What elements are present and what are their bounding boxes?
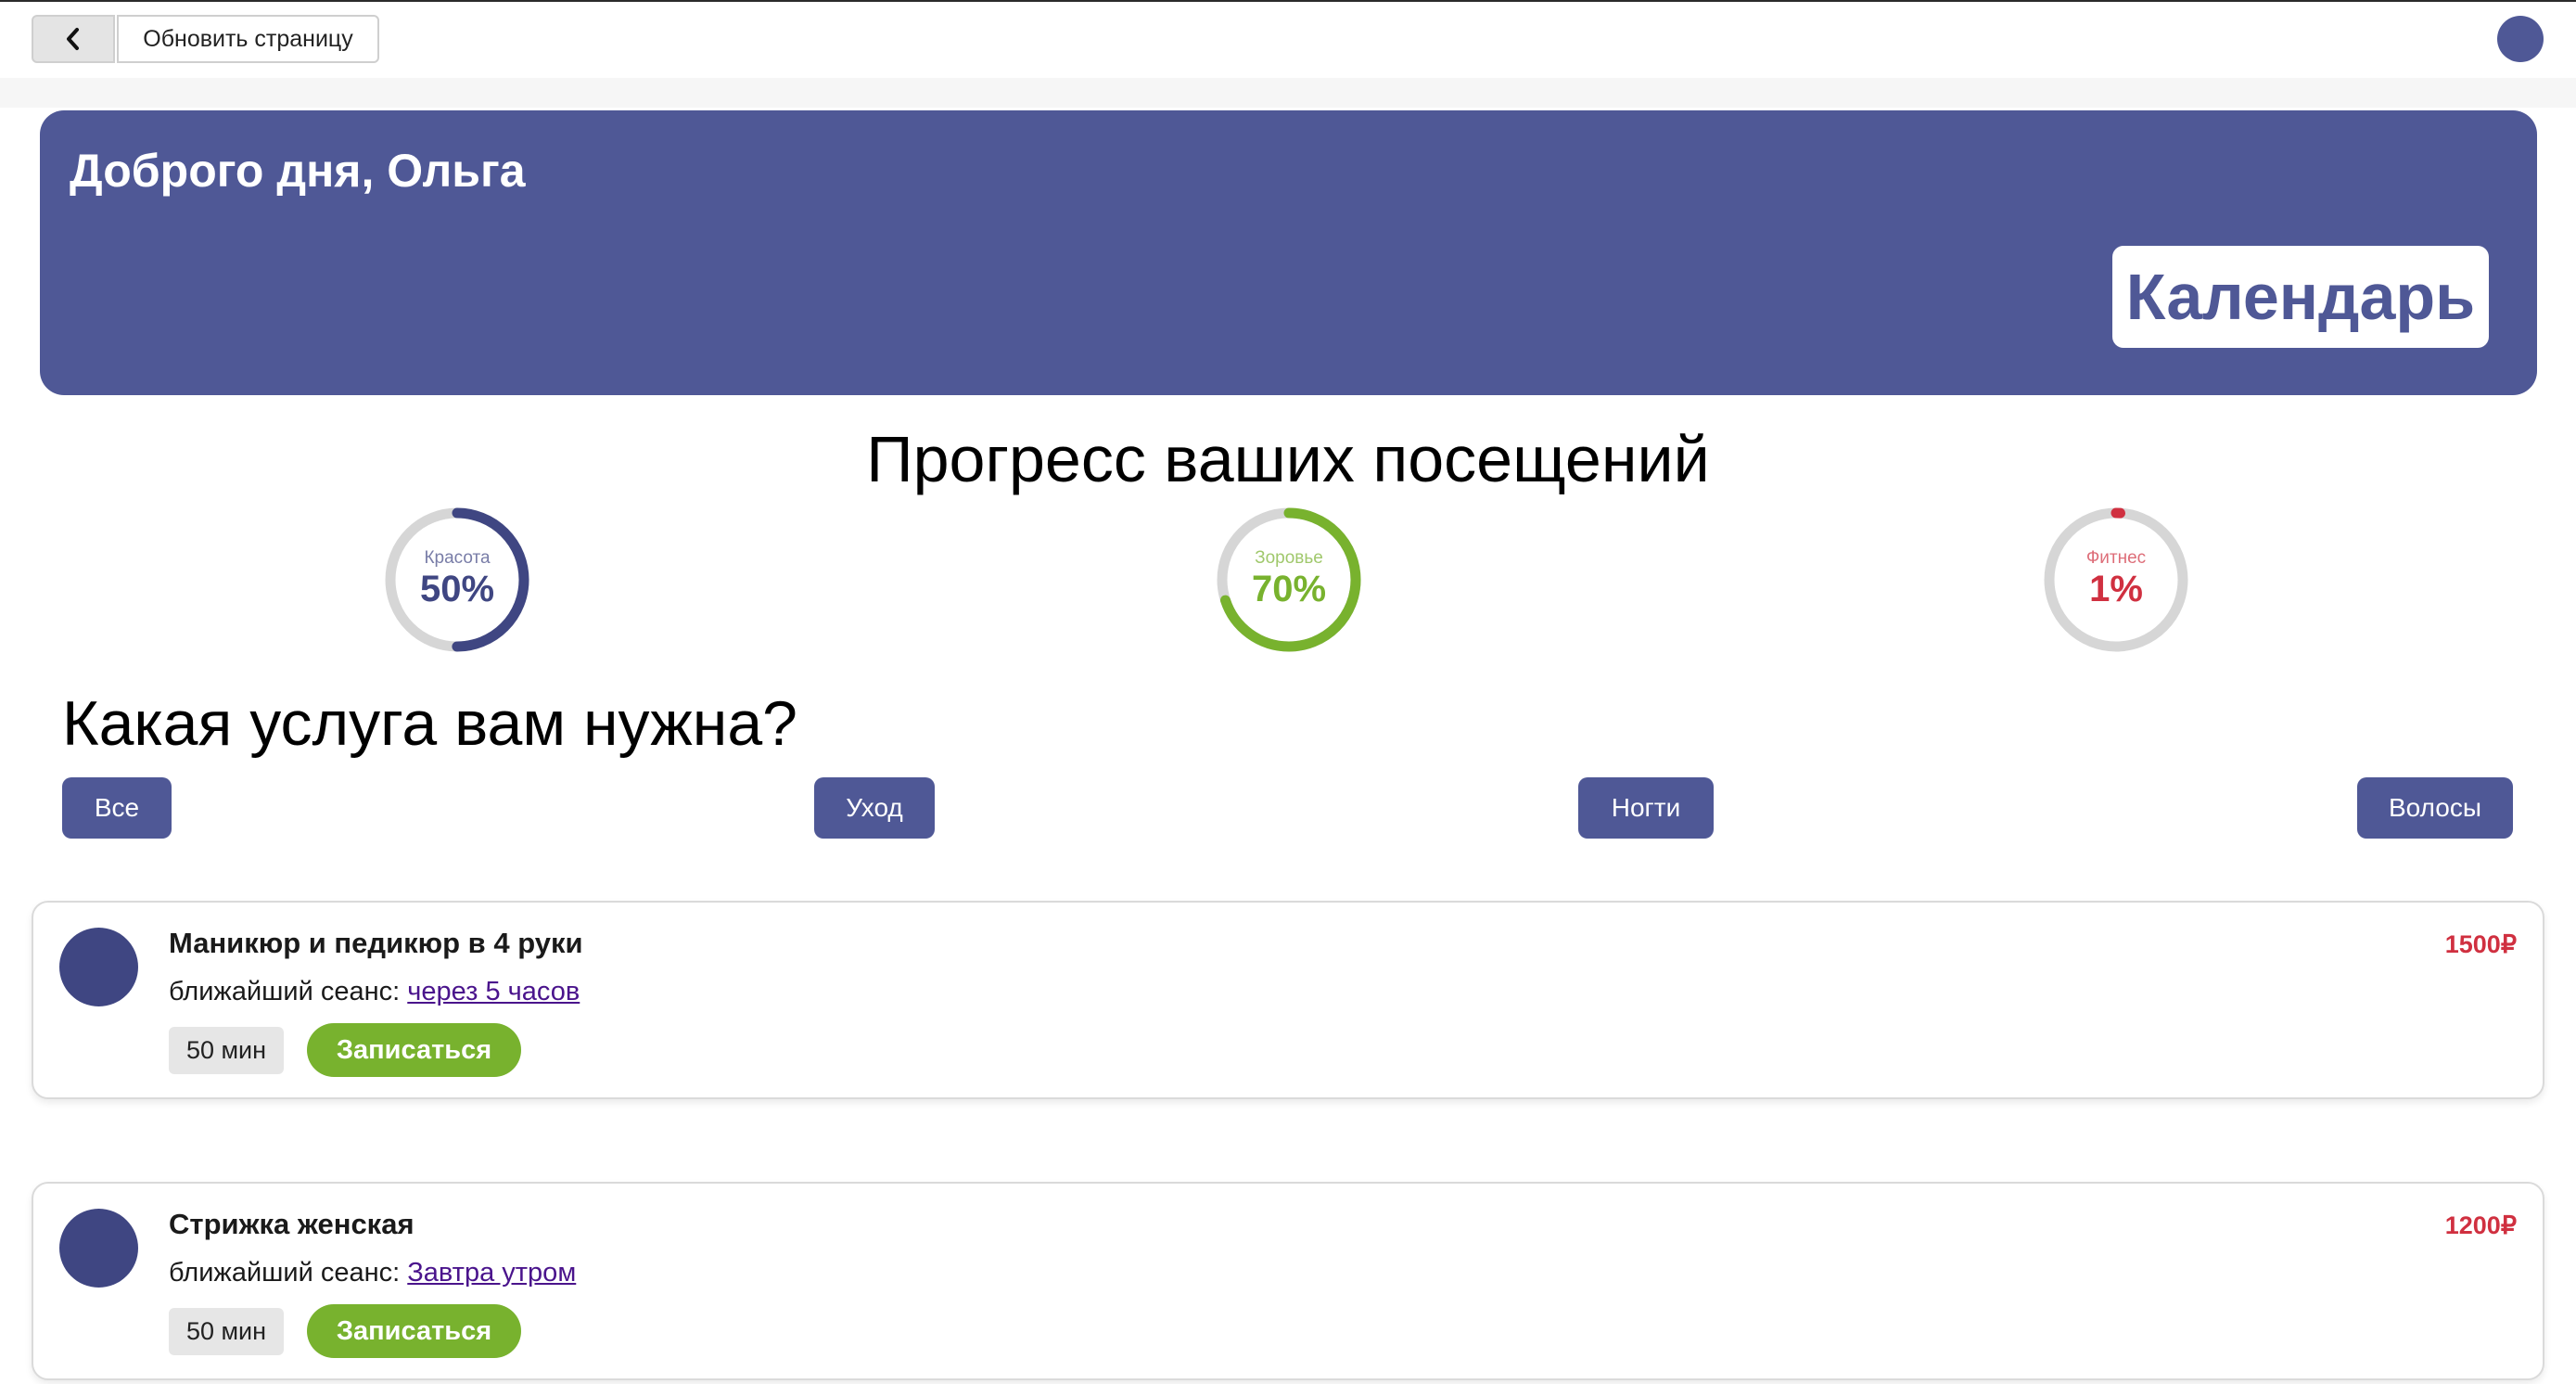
calendar-button[interactable]: Календарь (2112, 246, 2489, 348)
service-avatar (59, 1209, 138, 1288)
next-session: ближайший сеанс: через 5 часов (169, 977, 580, 1007)
service-name: Стрижка женская (169, 1208, 414, 1240)
back-button[interactable] (32, 15, 115, 63)
filter-chip-hair[interactable]: Волосы (2357, 777, 2513, 839)
gauge-value-fitness: 1% (2089, 569, 2143, 609)
book-button[interactable]: Записаться (307, 1304, 521, 1358)
gauge-value-beauty: 50% (419, 569, 495, 609)
next-session-link[interactable]: через 5 часов (407, 977, 580, 1006)
next-session-label: ближайший сеанс: (169, 1258, 408, 1288)
refresh-page-button[interactable]: Обновить страницу (117, 15, 379, 63)
next-session-link[interactable]: Завтра утром (407, 1258, 576, 1288)
chevron-left-icon (67, 28, 79, 50)
next-session-label: ближайший сеанс: (169, 977, 408, 1006)
service-price: 1200₽ (2444, 1211, 2517, 1239)
service-name: Маникюр и педикюр в 4 руки (169, 927, 583, 959)
progress-gauge-beauty: Красота 50% (383, 506, 531, 654)
progress-gauge-fitness: Фитнес 1% (2042, 506, 2190, 654)
duration-badge: 50 мин (169, 1027, 284, 1074)
top-toolbar (0, 2, 2576, 78)
filter-chip-care[interactable]: Уход (814, 777, 935, 839)
next-session: ближайший сеанс: Завтра утром (169, 1258, 576, 1288)
welcome-banner: Доброго дня, Ольга Календарь (40, 110, 2537, 395)
progress-gauge-health: Зоровье 70% (1215, 506, 1363, 654)
toolbar-divider (0, 78, 2576, 108)
gauge-label-beauty: Красота (424, 548, 491, 568)
gauge-label-health: Зоровье (1255, 548, 1323, 568)
user-avatar[interactable] (2497, 16, 2544, 62)
duration-badge: 50 мин (169, 1308, 284, 1355)
service-avatar (59, 928, 138, 1006)
filter-chip-nails[interactable]: Ногти (1578, 777, 1714, 839)
gauge-value-health: 70% (1251, 569, 1327, 609)
greeting-text: Доброго дня, Ольга (70, 145, 526, 197)
progress-section-title: Прогресс ваших посещений (866, 423, 1710, 495)
service-price: 1500₽ (2444, 930, 2517, 958)
service-card: Стрижка женская ближайший сеанс: Завтра … (32, 1182, 2544, 1380)
book-button[interactable]: Записаться (307, 1023, 521, 1077)
gauge-label-fitness: Фитнес (2085, 548, 2147, 568)
services-section-title: Какая услуга вам нужна? (62, 688, 797, 759)
filter-chip-all[interactable]: Все (62, 777, 172, 839)
service-card: Маникюр и педикюр в 4 руки ближайший сеа… (32, 901, 2544, 1099)
